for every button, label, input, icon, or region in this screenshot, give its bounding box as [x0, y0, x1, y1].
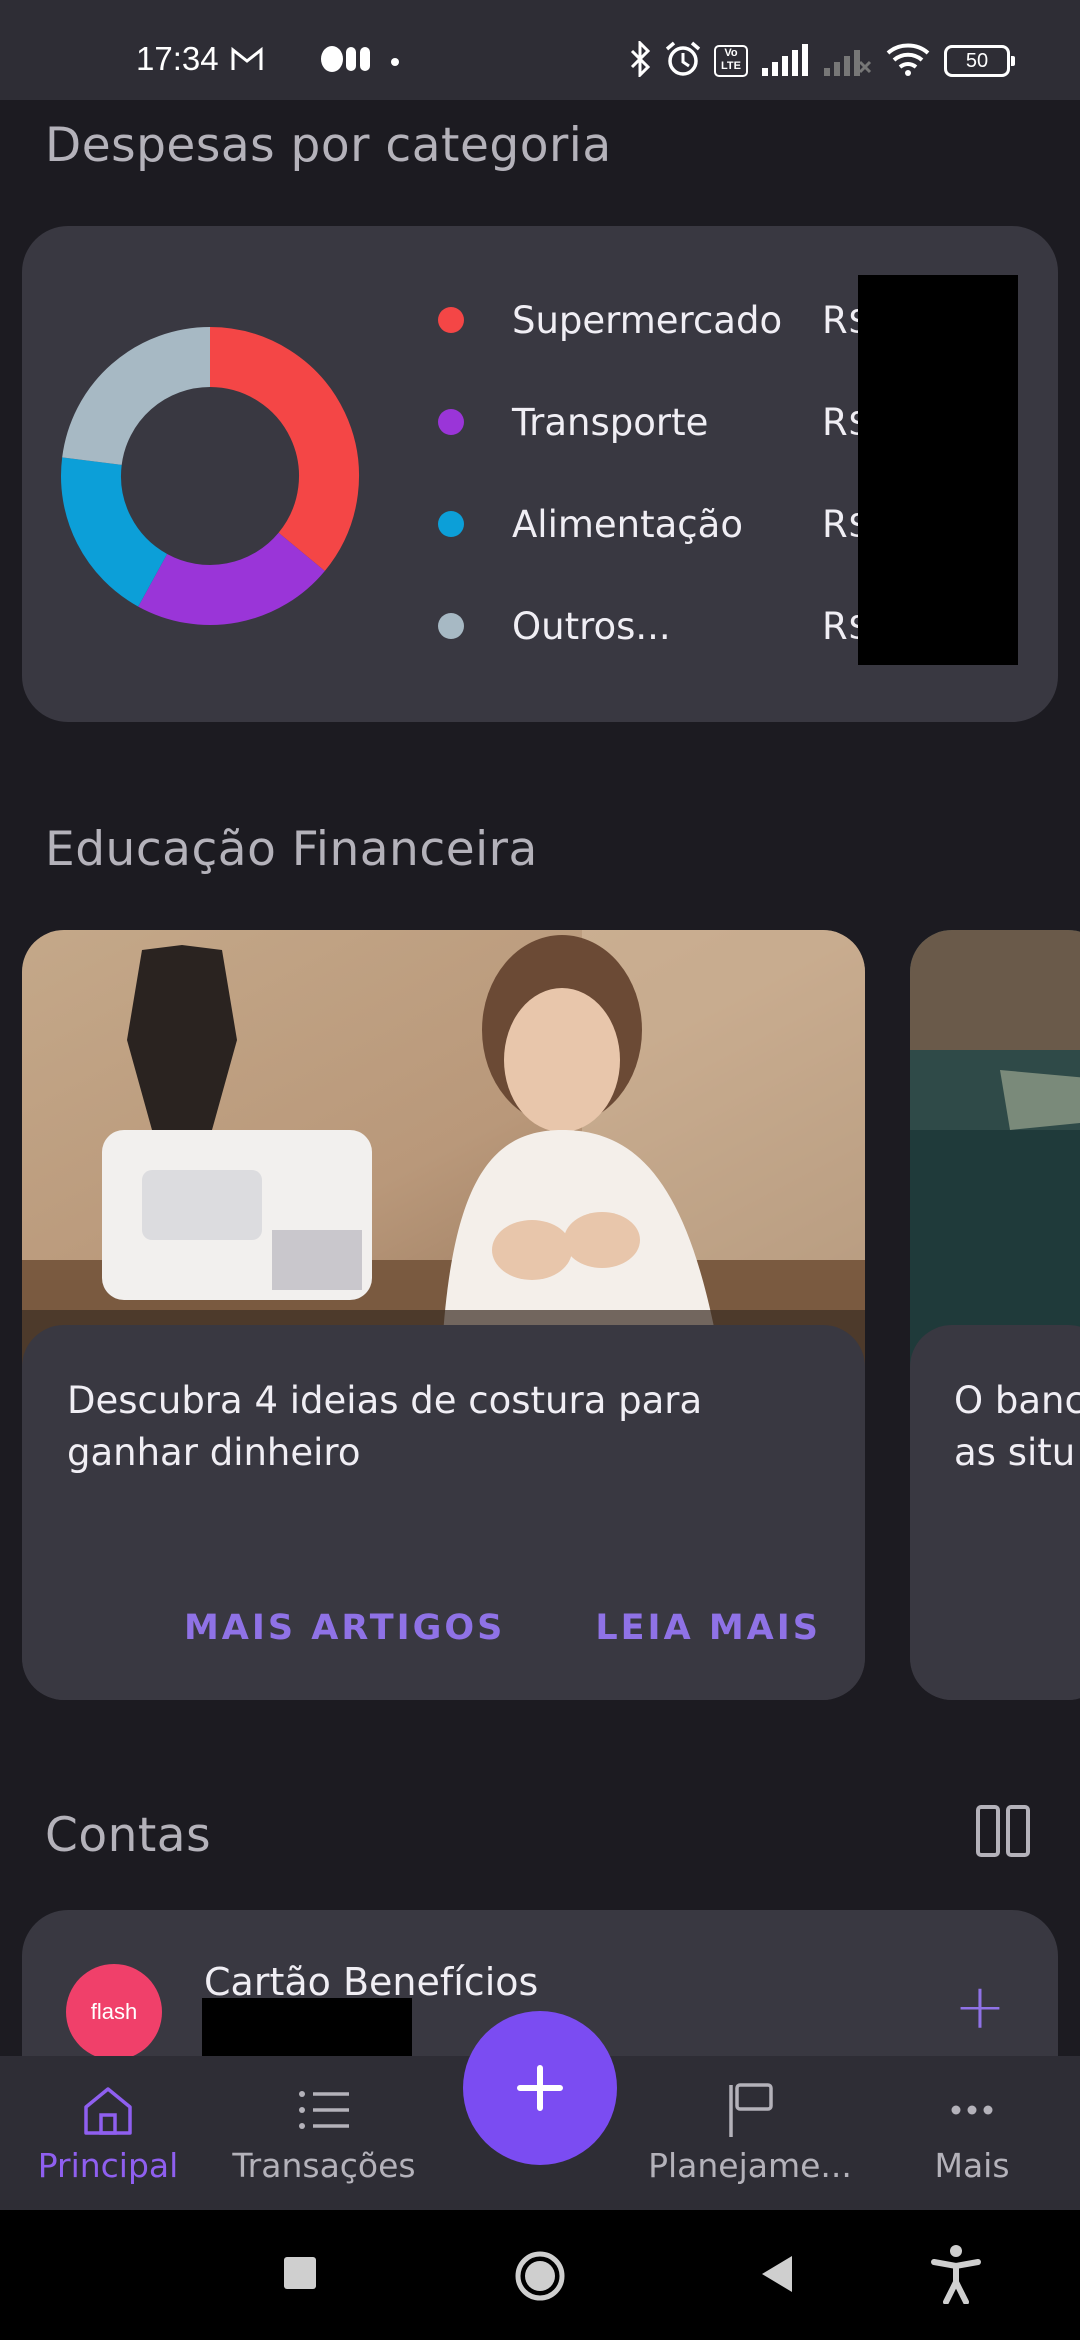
- signal-icon: [760, 42, 810, 80]
- more-icon: [942, 2080, 1002, 2140]
- status-bar: 17:34 Vo LTE 50: [0, 0, 1080, 100]
- redacted-amounts: [858, 275, 1018, 665]
- volte-icon: Vo LTE: [714, 45, 748, 77]
- legend-dot: [438, 613, 464, 639]
- back-icon[interactable]: [758, 2254, 794, 2298]
- recents-icon[interactable]: [282, 2255, 318, 2295]
- legend-label: Alimentação: [512, 502, 743, 546]
- accessibility-icon[interactable]: [930, 2244, 982, 2308]
- signal-off-icon: [822, 42, 872, 80]
- article-title: O banc as situ: [954, 1379, 1080, 1474]
- battery-icon: 50: [944, 45, 1015, 77]
- more-articles-button[interactable]: MAIS ARTIGOS: [184, 1608, 505, 1648]
- article-body: O banc as situ: [910, 1325, 1080, 1700]
- nav-planejamento[interactable]: Planejame...: [642, 2056, 858, 2210]
- legend-dot: [438, 307, 464, 333]
- legend-dot: [438, 409, 464, 435]
- legend-dot: [438, 511, 464, 537]
- donut-slice-3: [62, 327, 211, 466]
- flag-icon: [720, 2080, 780, 2140]
- gmail-icon: [230, 46, 264, 76]
- plus-icon: [517, 2065, 563, 2111]
- status-time: 17:34: [136, 40, 219, 77]
- flash-logo: flash: [66, 1964, 162, 2060]
- nav-label: Transações: [232, 2146, 416, 2185]
- add-transaction-button[interactable]: [463, 2011, 617, 2165]
- article-body: Descubra 4 ideias de costura para ganhar…: [22, 1325, 865, 1700]
- bluetooth-icon: [628, 39, 652, 81]
- nav-label: Planejame...: [648, 2146, 852, 2185]
- legend-label: Transporte: [512, 400, 709, 444]
- read-more-button[interactable]: LEIA MAIS: [595, 1608, 821, 1648]
- alarm-icon: [664, 40, 702, 82]
- donut-chart: [61, 327, 359, 625]
- media-icon: [320, 44, 372, 78]
- article-title: Descubra 4 ideias de costura para ganhar…: [67, 1379, 703, 1474]
- article-card[interactable]: Descubra 4 ideias de costura para ganhar…: [22, 930, 865, 1700]
- article-image: [910, 930, 1080, 1370]
- add-account-button[interactable]: +: [954, 1970, 1006, 2043]
- wifi-icon: [884, 41, 932, 81]
- article-card[interactable]: O banc as situ: [910, 930, 1080, 1700]
- article-image: [22, 930, 865, 1370]
- home-icon: [78, 2080, 138, 2140]
- system-navigation: [0, 2210, 1080, 2340]
- education-title: Educação Financeira: [45, 822, 538, 877]
- accounts-title: Contas: [45, 1808, 212, 1863]
- donut-slice-1: [138, 532, 325, 625]
- nav-label: Principal: [37, 2146, 179, 2185]
- home-button-icon[interactable]: [514, 2250, 566, 2306]
- donut-slice-0: [209, 327, 359, 571]
- nav-label: Mais: [934, 2146, 1010, 2185]
- legend-label: Supermercado: [512, 298, 783, 342]
- columns-icon[interactable]: [976, 1805, 1030, 1857]
- dot-icon: [390, 52, 400, 71]
- nav-mais[interactable]: Mais: [900, 2056, 1044, 2210]
- donut-slice-2: [61, 457, 168, 607]
- list-icon: [294, 2080, 354, 2140]
- nav-principal[interactable]: Principal: [20, 2056, 196, 2210]
- nav-transacoes[interactable]: Transações: [224, 2056, 424, 2210]
- expenses-title: Despesas por categoria: [45, 118, 612, 173]
- legend-label: Outros...: [512, 604, 671, 648]
- expenses-card[interactable]: Supermercado R$ Transporte R$ Alimentaçã…: [22, 226, 1058, 722]
